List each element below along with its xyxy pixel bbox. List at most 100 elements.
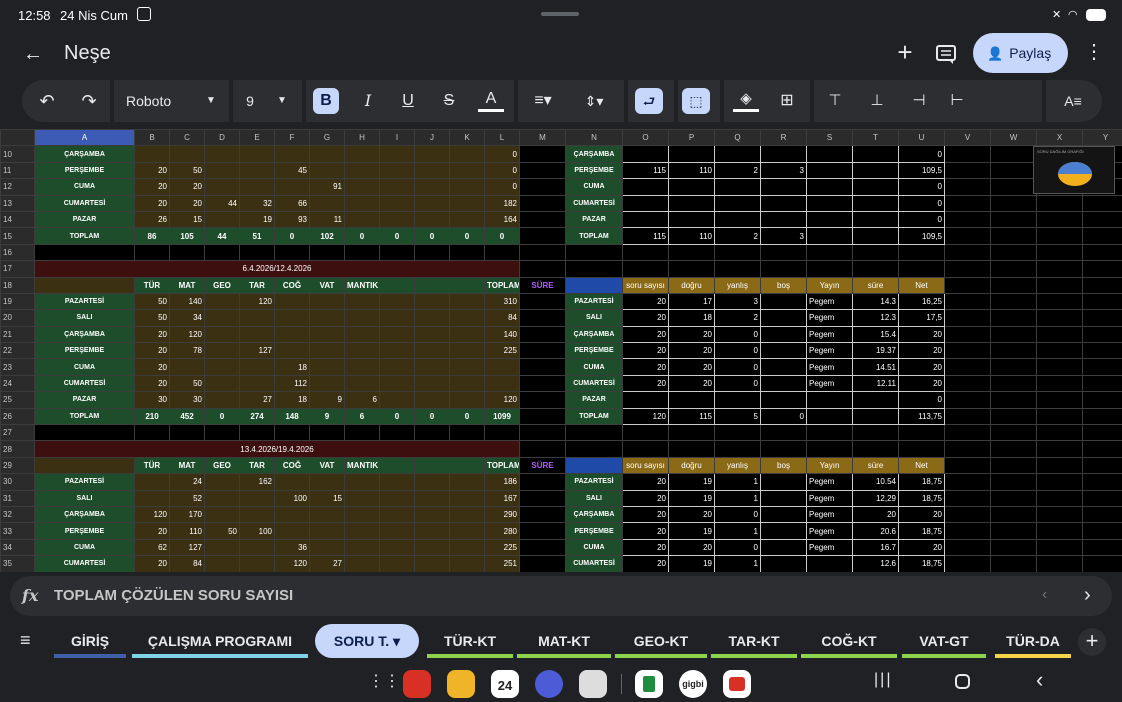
cell[interactable]: Pegem [806,325,853,344]
cell[interactable] [414,178,450,196]
cell[interactable] [806,440,853,458]
insert-row-above-icon[interactable]: ⊤ [822,88,848,114]
cell[interactable]: 17,5 [898,309,945,327]
cell[interactable] [852,178,899,196]
cell[interactable]: SALI [34,489,135,507]
column-header[interactable]: Y [1082,129,1122,147]
cell[interactable]: 120 [239,292,275,311]
cell[interactable] [379,522,415,540]
cell[interactable] [990,325,1037,344]
cell[interactable] [760,260,807,278]
cell[interactable]: 50 [204,522,240,540]
cell[interactable] [852,424,899,442]
cell[interactable]: 18 [668,309,715,327]
cell[interactable] [449,325,485,344]
insert-column-left-icon[interactable]: ⊣ [906,88,932,114]
cell[interactable] [990,342,1037,360]
cell[interactable]: CUMA [565,178,623,196]
italic-icon[interactable]: I [355,88,381,114]
cell[interactable] [239,243,275,262]
nav-back-icon[interactable]: ‹ [1036,667,1043,693]
chevron-right-icon[interactable]: › [1084,584,1091,607]
cell[interactable] [944,145,991,163]
cell[interactable]: ÇARŞAMBA [34,505,135,524]
cell[interactable]: PAZAR [34,210,135,229]
cell[interactable]: PERŞEMBE [34,161,135,180]
cell[interactable] [344,292,380,311]
add-sheet-icon[interactable]: + [1078,628,1106,656]
insert-column-right-icon[interactable]: ⊢ [944,88,970,114]
cell[interactable] [944,374,991,393]
cell[interactable] [204,210,240,229]
cell[interactable] [1082,407,1122,426]
row-header[interactable]: 35 [0,555,35,572]
cell[interactable] [1082,391,1122,409]
cell[interactable]: 20 [622,489,669,507]
row-header[interactable]: 18 [0,276,35,294]
formula-content[interactable]: TOPLAM ÇÖZÜLEN SORU SAYISI [54,587,293,604]
cell[interactable]: 100 [239,522,275,540]
cell[interactable] [379,473,415,491]
cell[interactable] [944,522,991,540]
font-size-dropdown-icon[interactable]: ▼ [275,88,289,114]
cell[interactable] [565,424,623,442]
cell[interactable] [990,555,1037,572]
cell[interactable]: 19 [668,489,715,507]
cell[interactable] [852,243,899,262]
cell[interactable] [852,260,899,278]
cell[interactable] [274,522,310,540]
cell[interactable] [204,178,240,196]
cell[interactable]: 20 [134,374,170,393]
cell[interactable] [344,325,380,344]
cell[interactable]: 0 [484,161,520,180]
cell[interactable] [449,292,485,311]
cell[interactable] [944,424,991,442]
font-dropdown-icon[interactable]: ▼ [204,88,218,114]
cell[interactable] [1082,194,1122,212]
sheet-table[interactable]: A B C D E F G H I J K L M N O P Q R S T U V W X Y 10 ÇARŞAMBA 0 ÇARŞ… [0,129,1122,572]
cell[interactable] [519,391,566,409]
cell[interactable] [134,424,170,442]
cell[interactable]: PAZAR [565,391,623,409]
cell[interactable] [519,522,566,540]
document-title[interactable]: Neşe [64,42,111,65]
column-header[interactable]: E [239,129,275,147]
cell[interactable] [944,555,991,572]
cell[interactable]: 20 [668,538,715,557]
cell[interactable] [990,243,1037,262]
cell[interactable] [344,342,380,360]
cell[interactable]: 20 [898,538,945,557]
cell[interactable] [944,489,991,507]
strikethrough-icon[interactable]: S [436,88,462,114]
cell[interactable] [1036,489,1083,507]
cell[interactable]: 120 [622,407,669,426]
column-header[interactable]: P [668,129,715,147]
cell[interactable] [1036,309,1083,327]
cell[interactable]: VAT [309,456,345,475]
cell[interactable]: Net [898,456,945,475]
row-header[interactable]: 11 [0,161,35,180]
cell[interactable]: 18 [274,391,310,409]
cell[interactable] [449,456,485,475]
cell[interactable]: 20 [622,505,669,524]
cell[interactable] [379,424,415,442]
cell[interactable]: Yayın [806,276,853,294]
cell[interactable] [344,161,380,180]
cell[interactable]: 20 [134,194,170,212]
cell[interactable]: PAZARTESİ [34,292,135,311]
cell[interactable] [239,161,275,180]
cell[interactable] [1036,555,1083,572]
cell[interactable] [1036,358,1083,376]
cell[interactable] [990,505,1037,524]
cell[interactable] [449,391,485,409]
column-header[interactable]: W [990,129,1037,147]
cell[interactable]: 20 [134,358,170,376]
cell[interactable]: 120 [274,555,310,572]
cell[interactable] [414,489,450,507]
redo-icon[interactable]: ↷ [76,88,102,114]
row-header[interactable]: 10 [0,145,35,163]
cell[interactable] [760,424,807,442]
cell[interactable] [414,292,450,311]
cell[interactable] [309,342,345,360]
sheet-tab[interactable]: GEO-KT [615,624,707,658]
